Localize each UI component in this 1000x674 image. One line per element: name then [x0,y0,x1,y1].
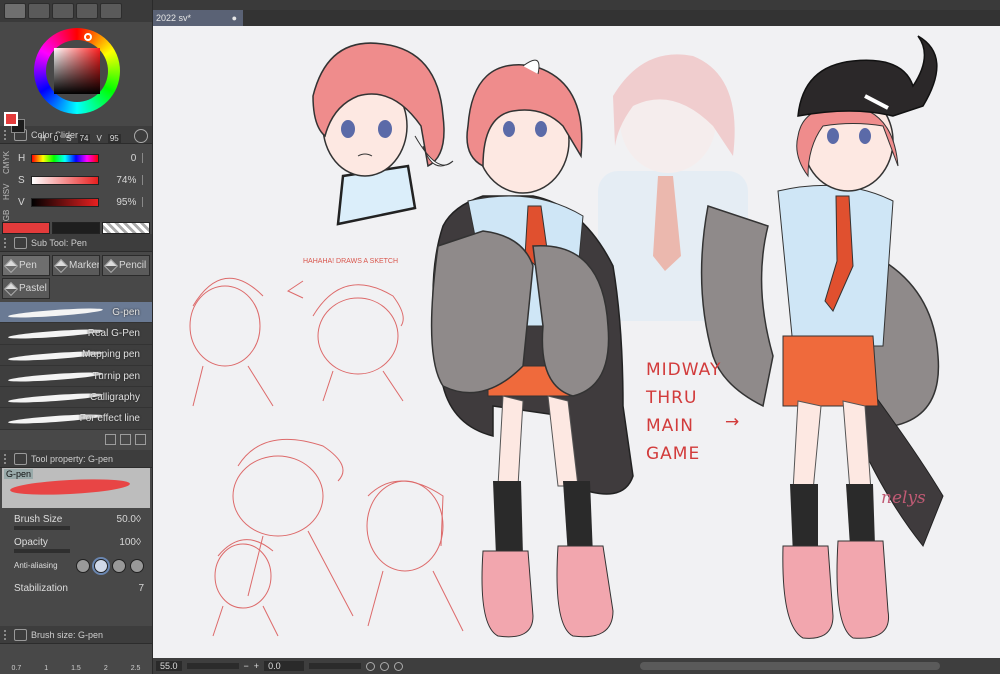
anti-aliasing-options[interactable] [76,558,144,573]
zoom-field[interactable]: 55.0 [156,661,182,671]
hsv-readout: H0 S 74 V 95 [40,134,121,143]
intermediate-color-tab[interactable] [52,3,74,19]
drawing-color-strip[interactable] [0,222,152,234]
brush-item-effect-line[interactable]: For effect line [0,408,152,430]
pen-icon [3,258,19,273]
midway-figure-left [430,59,634,638]
midway-figure-right [700,35,944,639]
artist-signature: nelys [881,488,926,508]
brush-list-actions [0,430,152,450]
approximate-color-tab[interactable] [76,3,98,19]
rotation-slider[interactable] [309,663,362,669]
color-set-tab[interactable] [28,3,50,19]
color-wheel-tab[interactable] [4,3,26,19]
value-slider-row[interactable]: V 95% [18,192,148,212]
brush-item-mapping-pen[interactable]: Mapping pen [0,345,152,366]
main-color-swatch[interactable] [4,112,18,126]
sketch-note: HAHAHA! DRAWS A SKETCH [303,258,399,265]
document-tab-bar: 2022 sv* ● [153,10,1000,26]
brush-list: G-pen Real G-Pen Mapping pen Turnip pen … [0,302,152,430]
brush-size-icon [14,628,27,641]
color-history-tab[interactable] [100,3,122,19]
hue-ring[interactable] [34,28,120,114]
drawing-canvas[interactable]: MIDWAY THRU MAIN GAME → HAHAHA! DRAWS A … [153,26,1000,658]
zoom-out-button[interactable]: − [244,661,249,671]
clip-studio-window: H0 S 74 V 95 Color Slider RGB HSV CMYK H 0… [0,0,1000,674]
left-panel-dock: H0 S 74 V 95 Color Slider RGB HSV CMYK H 0… [0,0,153,674]
opacity-row[interactable]: Opacity 100 ◊ [0,531,152,554]
hue-knob[interactable] [84,33,92,41]
tab-marker[interactable]: Marker [52,255,100,276]
duplicate-icon[interactable] [120,434,131,445]
saturation-value-square[interactable] [54,48,100,94]
pencil-icon [103,258,119,273]
arrow-annotation: → [725,412,741,432]
pastel-icon [3,281,19,296]
tool-property-icon [14,452,27,465]
color-mode-icon[interactable] [134,129,148,143]
sub-tool-header: Sub Tool: Pen [0,234,152,252]
marker-icon [53,258,69,273]
saturation-slider-row[interactable]: S 74% [18,170,148,190]
color-wheel-panel: H0 S 74 V 95 [0,22,152,143]
tab-pastel[interactable]: Pastel [2,278,50,299]
rotation-field[interactable]: 0.0 [264,661,305,671]
reset-rotation-icon[interactable] [394,661,404,671]
tab-pen[interactable]: Pen [2,255,50,276]
brush-size-row[interactable]: Brush Size 50.0 ◊ [0,508,152,531]
sub-tool-group-tabs: Pen Marker Pencil Pastel [0,252,152,302]
artwork [189,35,944,639]
brush-size-presets[interactable]: 0.7 1 1.5 2 2.5 [0,650,152,674]
brush-item-g-pen[interactable]: G-pen [0,302,152,324]
sketch-studies [189,277,464,637]
canvas-status-bar: 55.0 − + 0.0 [153,658,1000,674]
sub-tool-icon [14,236,27,249]
brush-item-calligraphy[interactable]: Calligraphy [0,387,152,409]
brush-item-real-g-pen[interactable]: Real G-Pen [0,323,152,345]
color-panel-tabs [0,0,152,22]
zoom-slider[interactable] [186,663,239,669]
slider-mode-tabs[interactable]: RGB HSV CMYK [2,146,14,232]
tool-property-header: Tool property: G-pen [0,450,152,468]
brush-item-turnip-pen[interactable]: Turnip pen [0,366,152,388]
headshot-sketch [312,42,454,226]
tab-pencil[interactable]: Pencil [102,255,150,276]
brush-size-header: Brush size: G-pen [0,626,152,644]
hue-slider-row[interactable]: H 0 [18,148,148,168]
brush-preview: G-pen [2,468,150,508]
close-tab-icon[interactable]: ● [232,10,237,26]
zoom-in-button[interactable]: + [254,661,259,671]
command-bar [153,0,1000,10]
rotate-right-icon[interactable] [380,661,390,671]
rotate-left-icon[interactable] [366,661,376,671]
midway-annotation: MIDWAY THRU MAIN GAME [646,360,722,464]
stabilization-row[interactable]: Stabilization 7 [0,577,152,600]
horizontal-scrollbar[interactable] [640,662,940,670]
anti-aliasing-row: Anti-aliasing [0,554,152,577]
color-slider-panel: RGB HSV CMYK H 0 S 74% V 95% [0,144,152,234]
document-tab[interactable]: 2022 sv* ● [153,10,243,26]
import-icon[interactable] [105,434,116,445]
trash-icon[interactable] [135,434,146,445]
